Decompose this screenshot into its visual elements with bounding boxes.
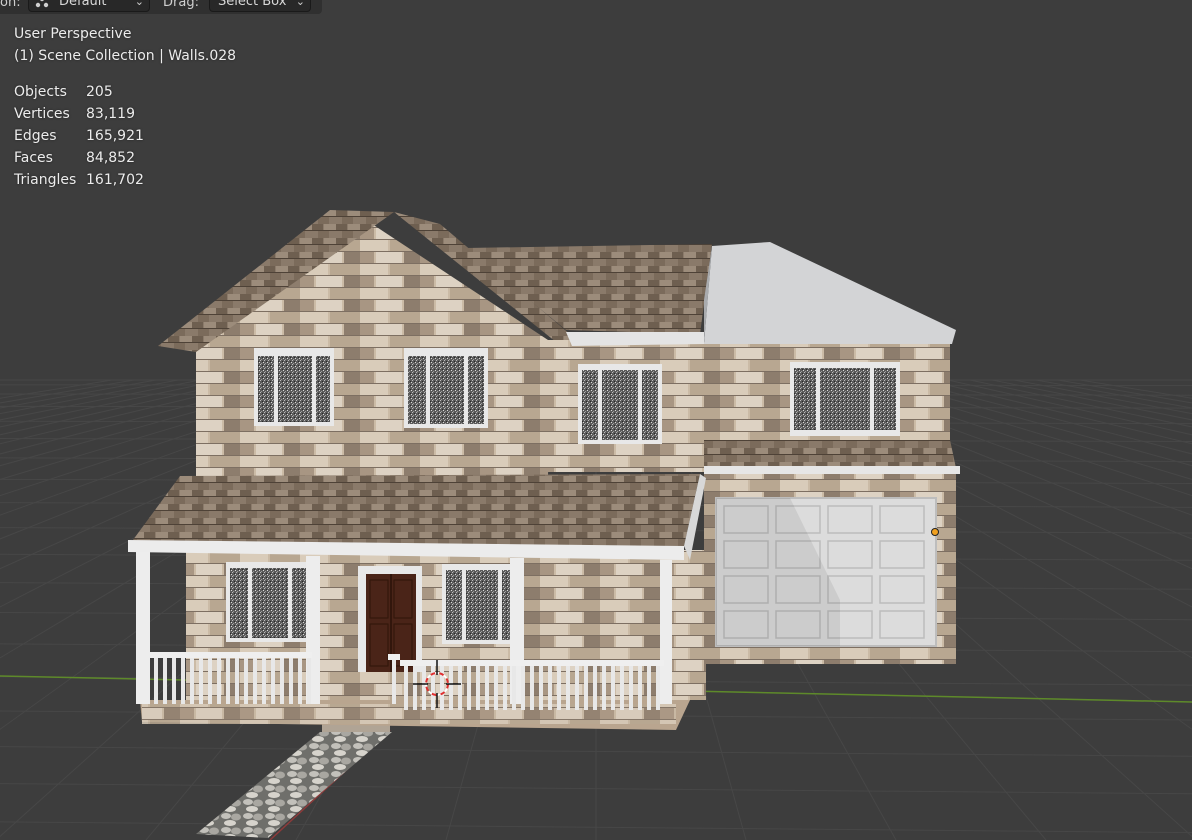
porch-roof [130,474,700,546]
baluster [476,666,480,710]
baluster [235,658,239,704]
upper-window-1 [254,348,334,426]
orientation-value: Default [59,0,107,9]
baluster [172,658,176,704]
lower-window-2 [442,564,516,644]
baluster [611,666,615,710]
stat-edges-label: Edges [14,128,57,144]
baluster [404,666,408,710]
transform-orientation-icon [35,0,51,8]
baluster [392,660,396,704]
upper-window-4 [790,362,900,436]
porch-railings [150,652,664,710]
stat-triangles-label: Triangles [14,172,77,188]
baluster [467,666,471,710]
upper-window-2 [404,348,488,428]
stat-vertices-value: 83,119 [86,106,135,122]
grid-line [1079,379,1192,399]
baluster [262,658,266,704]
baluster [548,666,552,710]
baluster [163,658,167,704]
railing-top [388,654,400,660]
baluster [154,658,158,704]
stat-faces-value: 84,852 [86,150,135,166]
baluster [656,666,660,710]
baluster [422,666,426,710]
collection-info: (1) Scene Collection | Walls.028 [14,48,237,64]
lower-window-1 [226,562,310,642]
drag-value: Select Box [218,0,287,9]
3d-viewport[interactable] [0,0,1192,840]
garage-roof-trim [704,466,960,474]
baluster [226,658,230,704]
stat-objects-value: 205 [86,84,113,100]
grid-line [0,379,179,415]
baluster [485,666,489,710]
object-origin-icon [931,528,939,536]
scene-render [0,210,1192,840]
stone-walkway [196,732,392,838]
stat-objects-label: Objects [14,84,67,100]
viewport-header: on: Default ⌄ Drag: Select Box ⌄ [0,0,322,14]
baluster [530,666,534,710]
baluster [638,666,642,710]
garage-lower-roof [704,440,956,468]
grid-line [0,379,113,399]
baluster [557,666,561,710]
baluster [602,666,606,710]
baluster [208,658,212,704]
grid-line [969,379,1192,428]
railing-top [150,652,312,658]
baluster [449,666,453,710]
baluster [629,666,633,710]
baluster [539,666,543,710]
baluster [199,658,203,704]
baluster [307,658,311,704]
upper-window-3 [578,364,662,444]
garage-upper-roof [704,242,956,344]
grid-line [1035,379,1192,409]
orientation-label: on: [0,0,21,10]
baluster [584,666,588,710]
baluster [289,658,293,704]
stat-triangles-value: 161,702 [86,172,144,188]
stat-edges-value: 165,921 [86,128,144,144]
drag-tool-dropdown[interactable]: Select Box ⌄ [209,0,311,12]
stat-faces-label: Faces [14,150,53,166]
baluster [494,666,498,710]
baluster [271,658,275,704]
baluster [503,666,507,710]
baluster [566,666,570,710]
baluster [253,658,257,704]
baluster [217,658,221,704]
chevron-down-icon: ⌄ [295,0,305,8]
baluster [647,666,651,710]
middle-fascia [566,332,704,346]
baluster [298,658,302,704]
grid-line [947,379,1192,436]
grid-line [0,379,157,409]
baluster [458,666,462,710]
transform-orientation-dropdown[interactable]: Default ⌄ [28,0,150,12]
baluster [593,666,597,710]
baluster [512,666,516,710]
baluster [244,658,248,704]
baluster [620,666,624,710]
grid-line [1013,379,1192,415]
baluster [280,658,284,704]
baluster [190,658,194,704]
baluster [521,666,525,710]
stat-vertices-label: Vertices [14,106,70,122]
railing-top [400,660,664,666]
drag-label: Drag: [163,0,199,10]
baluster [413,666,417,710]
baluster [181,658,185,704]
baluster [575,666,579,710]
view-name: User Perspective [14,26,132,42]
chevron-down-icon: ⌄ [134,0,144,8]
